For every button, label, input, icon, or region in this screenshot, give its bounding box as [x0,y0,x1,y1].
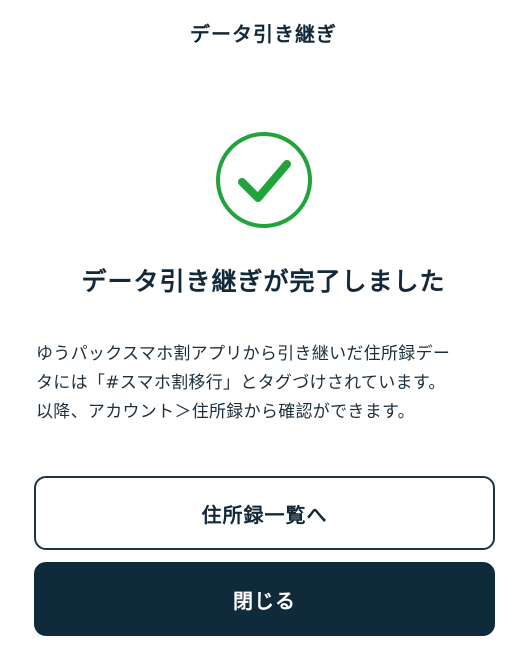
header-title: データ引き継ぎ [190,22,337,46]
close-button[interactable]: 閉じる [34,562,495,636]
description-line-2: タには「#スマホ割移行」とタグづけされています。 [36,373,446,393]
description-line-1: ゆうパックスマホ割アプリから引き継いだ住所録デー [36,344,451,364]
completion-heading: データ引き継ぎが完了しました [81,267,446,296]
check-circle [216,132,312,228]
check-mark [238,160,291,202]
close-button-label: 閉じる [233,588,296,613]
description-line-3: 以降、アカウント＞住所録から確認ができます。 [36,402,415,422]
success-check-icon [214,130,314,230]
address-list-button-label: 住所録一覧へ [201,502,328,527]
address-list-button[interactable]: 住所録一覧へ [34,476,495,550]
description-text: ゆうパックスマホ割アプリから引き継いだ住所録デー タには「#スマホ割移行」とタグ… [36,340,496,427]
